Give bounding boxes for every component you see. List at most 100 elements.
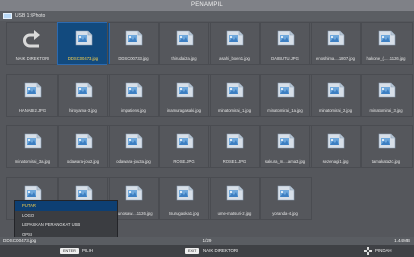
image-file-icon	[125, 30, 143, 46]
file-label: inamuragasaki.jpg	[167, 107, 201, 113]
enter-key[interactable]: ENTER	[60, 248, 79, 254]
file-item[interactable]: enoshima....1807.jpg	[309, 22, 362, 65]
file-item[interactable]: yoranda-4.jpg	[258, 176, 312, 220]
thumbnail-grid: NAIK DIREKTORI DDSC00473.jpg DDSC00733.jpg…	[6, 22, 413, 228]
file-label: odawara-jou2.jpg	[66, 159, 100, 164]
image-file-icon	[125, 133, 143, 149]
file-item[interactable]: tamakata2c.jpg	[359, 125, 413, 168]
menu-item[interactable]: LEPASKAN PERANGKAT USB	[15, 220, 117, 230]
current-path: USB 1:\Photo	[15, 13, 46, 19]
file-item[interactable]: hiroyama-3.jpg	[56, 73, 110, 117]
file-label: sakura_m....ama3.jpg	[264, 159, 306, 164]
file-label: minatomirai_1a.jpg	[267, 107, 303, 113]
file-label: DDSC00733.jpg	[118, 56, 149, 61]
file-item[interactable]: sezenagi1.jpg	[309, 125, 362, 168]
menu-item[interactable]: LOGO	[15, 211, 117, 221]
file-item[interactable]: impatiens.jpg	[107, 73, 160, 117]
image-file-icon	[327, 30, 345, 46]
file-item[interactable]: ROSE1.JPG	[208, 125, 261, 168]
info-bar: DDSC00473.jpg 1/29 1.44MB	[0, 237, 414, 245]
file-item[interactable]: minatomirai_3.jpg	[359, 73, 413, 117]
dpad-icon	[364, 247, 372, 255]
file-item[interactable]: thirudai2a.jpg	[157, 22, 211, 65]
file-item[interactable]: minatomirai_1.jpg	[208, 73, 261, 117]
file-label: odawara-jou3a.jpg	[116, 159, 151, 164]
image-file-icon	[277, 82, 295, 98]
file-label: yoranda-4.jpg	[272, 210, 298, 216]
file-label: tamakata2c.jpg	[371, 159, 401, 164]
file-item[interactable]: asahi_boen1.jpg	[208, 22, 261, 65]
image-file-icon	[277, 185, 295, 201]
image-file-icon	[378, 30, 396, 46]
move-label: PINDAH	[375, 248, 392, 253]
file-position: 1/29	[202, 238, 212, 243]
file-item[interactable]: tsurugaoka1.jpg	[157, 176, 211, 220]
file-item[interactable]: HANABI2.JPG	[6, 73, 59, 117]
image-file-icon	[277, 133, 295, 149]
folder-icon	[3, 13, 12, 19]
file-label: DDSC00473.jpg	[67, 56, 99, 61]
file-item[interactable]: inamuragasaki.jpg	[157, 73, 211, 117]
file-item[interactable]: DAIBUTU.JPG	[258, 22, 312, 65]
window-title: PENAMPIL	[191, 2, 223, 8]
image-file-icon	[75, 82, 93, 98]
enter-label: PILIH	[82, 248, 93, 253]
file-item[interactable]: DDSC00733.jpg	[107, 22, 160, 65]
image-file-icon	[75, 185, 93, 201]
file-item[interactable]: DDSC00473.jpg	[56, 22, 110, 65]
file-label: sezenagi1.jpg	[322, 159, 349, 164]
image-file-icon	[75, 30, 93, 46]
exit-key[interactable]: EXIT	[185, 248, 200, 254]
image-file-icon	[378, 82, 396, 98]
file-label: hiroyama-3.jpg	[69, 107, 97, 113]
file-label: minatomirai_3a.jpg	[14, 159, 51, 164]
button-hint-bar: ENTER PILIH EXIT NAIK DIREKTORI PINDAH	[0, 245, 414, 257]
menu-item[interactable]: PUTAR	[15, 201, 117, 211]
image-file-icon	[277, 30, 295, 46]
path-bar: USB 1:\Photo	[0, 11, 414, 21]
window-title-bar: PENAMPIL	[0, 0, 414, 11]
image-file-icon	[378, 133, 396, 149]
context-menu: PUTAR LOGO LEPASKAN PERANGKAT USB OPSI	[14, 200, 118, 240]
exit-label: NAIK DIREKTORI	[203, 248, 239, 253]
file-label: enoshima....1807.jpg	[316, 56, 355, 61]
image-file-icon	[125, 82, 143, 98]
image-file-icon	[24, 82, 42, 98]
file-label: HANABI2.JPG	[18, 107, 47, 113]
file-label: asahi_boen1.jpg	[219, 56, 250, 61]
file-item[interactable]: ume-matsuri-2.jpg	[208, 176, 261, 220]
file-label: DAIBUTU.JPG	[271, 56, 299, 61]
file-label: tsurugaoka1.jpg	[169, 210, 199, 216]
file-label: hakone_(.....1126.jpg	[366, 56, 406, 61]
file-label: minatomirai_2.jpg	[318, 107, 353, 113]
image-file-icon	[226, 30, 244, 46]
image-file-icon	[176, 30, 194, 46]
file-item[interactable]: sakura_m....ama3.jpg	[258, 125, 312, 168]
file-label: ROSE1.JPG	[222, 159, 247, 164]
image-file-icon	[176, 185, 194, 201]
file-size: 1.44MB	[394, 238, 410, 243]
file-label: NAIK DIREKTORI	[15, 56, 50, 61]
image-file-icon	[176, 133, 194, 149]
file-label: ROSE.JPG	[173, 159, 195, 164]
file-item[interactable]: odawara-jou2.jpg	[56, 125, 110, 168]
image-file-icon	[327, 133, 345, 149]
file-label: minatomirai_3.jpg	[369, 107, 403, 113]
image-file-icon	[226, 133, 244, 149]
file-item[interactable]: minatomirai_3a.jpg	[6, 125, 59, 168]
image-file-icon	[125, 185, 143, 201]
file-item[interactable]: minatomirai_2.jpg	[309, 73, 362, 117]
image-file-icon	[327, 82, 345, 98]
image-file-icon	[24, 133, 42, 149]
file-item[interactable]: hakone_(.....1126.jpg	[359, 22, 413, 65]
file-item[interactable]: minatomirai_1a.jpg	[258, 73, 312, 117]
file-item[interactable]: ROSE.JPG	[157, 125, 211, 168]
image-file-icon	[226, 185, 244, 201]
image-file-icon	[226, 82, 244, 98]
file-item[interactable]: odawara-jou3a.jpg	[107, 125, 160, 168]
image-file-icon	[75, 133, 93, 149]
up-directory-item[interactable]: NAIK DIREKTORI	[6, 22, 59, 65]
file-label: ume-matsuri-2.jpg	[217, 210, 252, 216]
file-label: impatiens.jpg	[121, 107, 146, 113]
image-file-icon	[24, 185, 42, 201]
